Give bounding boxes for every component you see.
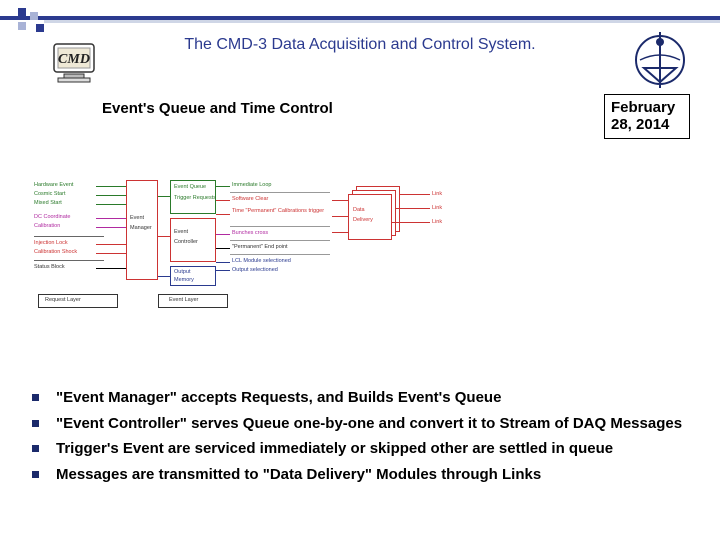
mid-label: Immediate Loop [232, 182, 271, 188]
req-label: Calibration [34, 223, 60, 229]
bullet-item: Messages are transmitted to "Data Delive… [30, 465, 690, 485]
label-event-layer: Event Layer [158, 294, 228, 308]
institute-logo [630, 30, 690, 90]
box-event-controller: Event Controller [170, 218, 216, 262]
req-label: Injection Lock [34, 240, 68, 246]
req-label: Hardware Event [34, 182, 73, 188]
architecture-diagram: Hardware Event Cosmic Start Mixed Start … [34, 180, 464, 330]
req-label: DC Coordinate [34, 214, 70, 220]
label-request-layer: Request Layer [38, 294, 118, 308]
req-label: Mixed Start [34, 200, 62, 206]
svg-text:CMD: CMD [58, 52, 90, 67]
link-label: Link [432, 191, 442, 197]
mid-label: Output selectioned [232, 267, 278, 273]
req-label: Cosmic Start [34, 191, 65, 197]
mid-label: "Permanent" End point [232, 244, 288, 250]
box-data-delivery: Data Delivery [348, 194, 392, 240]
bullet-item: "Event Controller" serves Queue one-by-o… [30, 414, 690, 434]
slide: The CMD-3 Data Acquisition and Control S… [0, 0, 720, 540]
page-title: The CMD-3 Data Acquisition and Control S… [0, 36, 720, 54]
box-output-memory: Output Memory [170, 266, 216, 286]
date-line2: 28, 2014 [611, 116, 683, 133]
req-label: Status Block [34, 264, 65, 270]
box-event-queue: Event Queue Trigger Requests [170, 180, 216, 214]
date-line1: February [611, 99, 683, 116]
bullet-item: Trigger's Event are serviced immediately… [30, 439, 690, 459]
cmd-logo: CMD [48, 40, 102, 84]
req-label: Calibration Shock [34, 249, 77, 255]
mid-label: Software Clear [232, 196, 268, 202]
mid-label: Time "Permanent" Calibrations trigger [232, 208, 332, 214]
bullet-list: "Event Manager" accepts Requests, and Bu… [30, 388, 690, 490]
mid-label: Bunches cross [232, 230, 268, 236]
date-box: February 28, 2014 [604, 94, 690, 139]
mid-label: LCL Module selectioned [232, 258, 291, 264]
bullet-item: "Event Manager" accepts Requests, and Bu… [30, 388, 690, 408]
link-label: Link [432, 219, 442, 225]
box-event-manager: Event Manager [126, 180, 158, 280]
top-decoration [0, 16, 720, 26]
link-label: Link [432, 205, 442, 211]
subtitle: Event's Queue and Time Control [102, 100, 333, 117]
